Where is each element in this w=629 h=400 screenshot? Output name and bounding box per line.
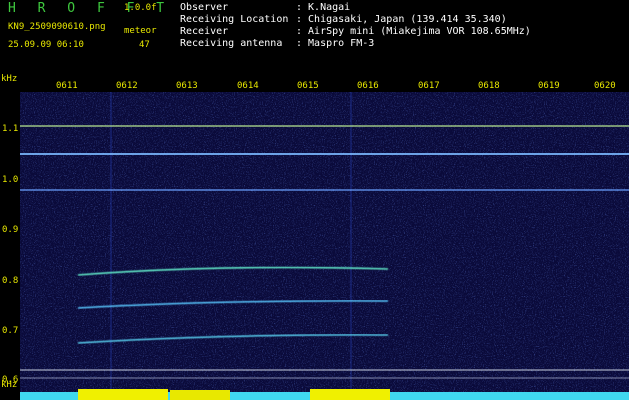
image-filename: KN9_2509090610.png <box>8 22 106 32</box>
header-panel: H R O F F T 1.0.0f KN9_2509090610.png me… <box>0 0 629 76</box>
info-key: Receiver <box>180 26 229 37</box>
info-key: Receiving antenna <box>180 38 283 49</box>
time-tick: 0619 <box>538 81 560 91</box>
info-row-observer: Observer : K.Nagai <box>180 2 531 14</box>
freq-tick: 0.7 <box>2 326 19 336</box>
info-row-location: Receiving Location : Chigasaki, Japan (1… <box>180 14 531 26</box>
info-value: : AirSpy mini (Miakejima VOR 108.65MHz) <box>296 26 531 37</box>
info-key: Receiving Location <box>180 14 289 25</box>
freq-tick: 1.0 <box>2 175 19 185</box>
freq-unit-label: kHz <box>1 74 18 84</box>
info-value: : K.Nagai <box>296 2 351 13</box>
info-row-antenna: Receiving antenna : Maspro FM-3 <box>180 38 531 50</box>
time-tick: 0614 <box>237 81 259 91</box>
signal-level-peak <box>170 390 230 400</box>
capture-datetime: 25.09.09 06:10 <box>8 40 84 50</box>
app-version: 1.0.0f <box>124 3 157 13</box>
mode-label: meteor <box>124 26 157 36</box>
freq-tick: 0.8 <box>2 276 19 286</box>
time-tick: 0618 <box>478 81 500 91</box>
time-tick: 0612 <box>116 81 138 91</box>
time-tick: 0620 <box>594 81 616 91</box>
signal-level-peak <box>78 389 168 400</box>
info-row-receiver: Receiver : AirSpy mini (Miakejima VOR 10… <box>180 26 531 38</box>
info-value: : Chigasaki, Japan (139.414 35.340) <box>296 14 507 25</box>
time-tick: 0611 <box>56 81 78 91</box>
spectrogram-plot <box>20 92 629 400</box>
time-tick: 0613 <box>176 81 198 91</box>
info-key: Observer <box>180 2 229 13</box>
freq-tick: 1.1 <box>2 124 19 134</box>
time-tick: 0615 <box>297 81 319 91</box>
time-tick: 0617 <box>418 81 440 91</box>
info-value: : Maspro FM-3 <box>296 38 375 49</box>
station-info: Observer : K.Nagai Receiving Location : … <box>180 2 531 50</box>
freq-tick: 0.6 <box>2 375 19 385</box>
time-tick: 0616 <box>357 81 379 91</box>
signal-level-peak <box>310 389 390 400</box>
meteor-count: 47 <box>139 40 150 50</box>
freq-tick: 0.9 <box>2 225 19 235</box>
